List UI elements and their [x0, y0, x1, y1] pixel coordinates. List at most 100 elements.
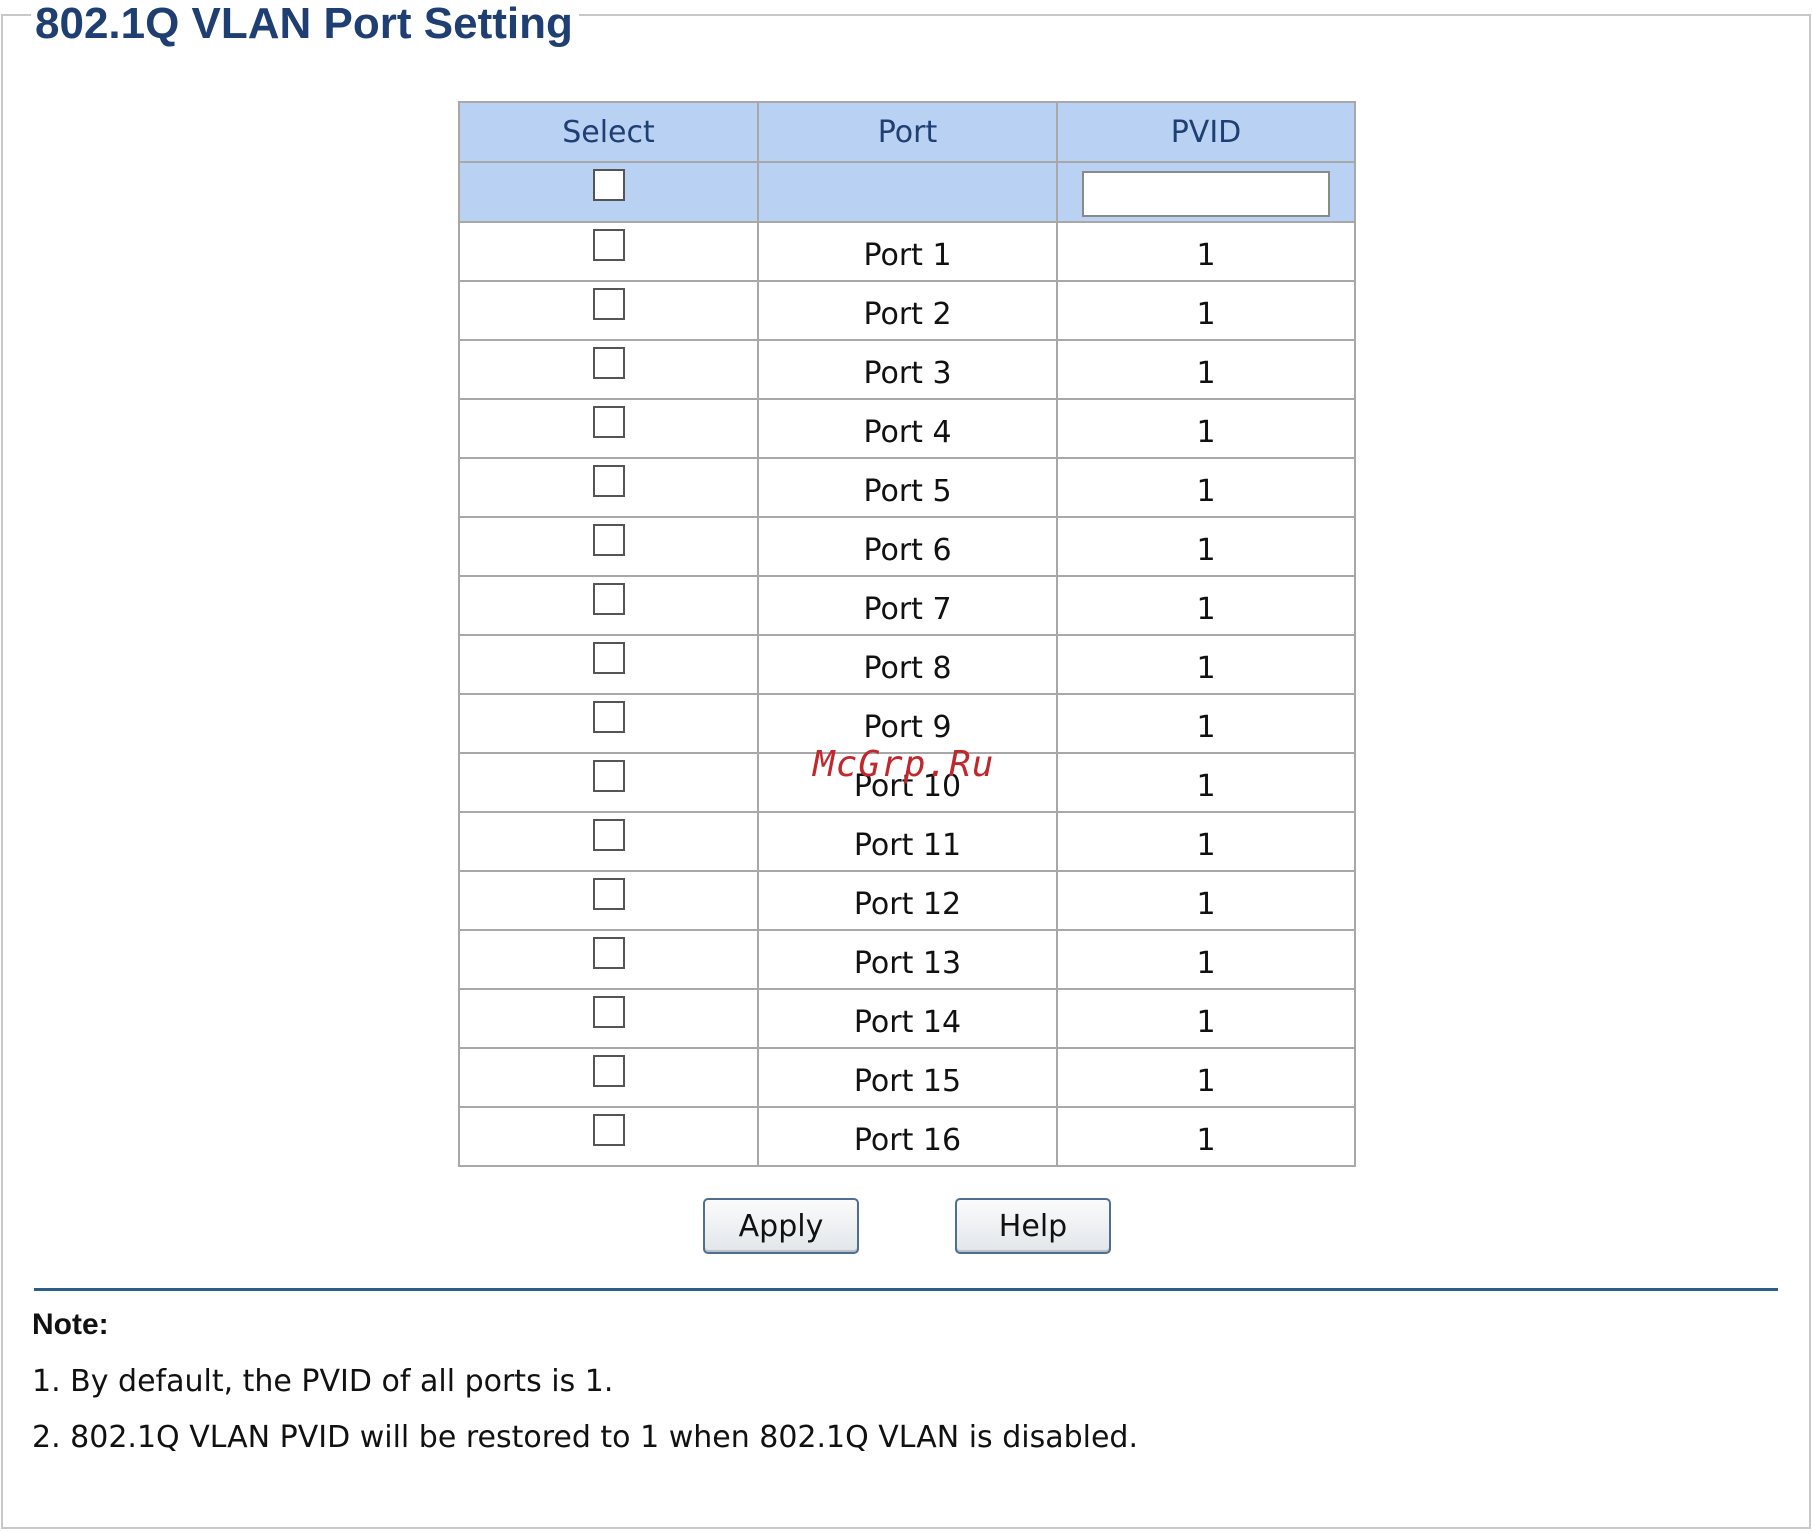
port-label: Port 5 [863, 474, 952, 509]
port-label: Port 9 [863, 710, 952, 745]
port-label: Port 16 [853, 1123, 962, 1158]
pvid-value: 1 [1196, 887, 1216, 922]
pvid-value: 1 [1196, 356, 1216, 391]
port-checkbox[interactable] [592, 642, 625, 674]
port-checkbox[interactable] [592, 996, 625, 1028]
help-button[interactable]: Help [955, 1198, 1111, 1254]
pvid-value: 1 [1196, 238, 1216, 273]
select-cell [458, 870, 759, 931]
port-cell: Port 9 [757, 693, 1058, 754]
table-row: Port 16 1 [458, 1106, 1356, 1167]
pvid-cell: 1 [1056, 1106, 1356, 1167]
pvid-cell: 1 [1056, 634, 1356, 695]
pvid-cell: 1 [1056, 752, 1356, 813]
port-label: Port 13 [853, 946, 962, 981]
port-checkbox[interactable] [592, 288, 625, 320]
select-cell [458, 811, 759, 872]
note-title: Note: [32, 1308, 109, 1341]
port-checkbox[interactable] [592, 819, 625, 851]
pvid-value: 1 [1196, 946, 1216, 981]
select-cell [458, 339, 759, 400]
pvid-cell: 1 [1056, 280, 1356, 341]
pvid-input[interactable] [1082, 171, 1330, 217]
pvid-value: 1 [1196, 297, 1216, 332]
pvid-cell: 1 [1056, 398, 1356, 459]
port-checkbox[interactable] [592, 701, 625, 733]
port-checkbox[interactable] [592, 406, 625, 438]
pvid-value: 1 [1196, 533, 1216, 568]
port-label: Port 3 [863, 356, 952, 391]
table-row: Port 7 1 [458, 575, 1356, 636]
port-label: Port 10 [853, 769, 962, 804]
port-label: Port 11 [853, 828, 962, 863]
pvid-cell: 1 [1056, 339, 1356, 400]
table-row: Port 13 1 [458, 929, 1356, 990]
port-checkbox[interactable] [592, 878, 625, 910]
select-cell [458, 575, 759, 636]
table-header-row: Select Port PVID [458, 101, 1356, 163]
pvid-cell: 1 [1056, 575, 1356, 636]
pvid-value: 1 [1196, 828, 1216, 863]
port-cell: Port 15 [757, 1047, 1058, 1108]
port-vlan-table: Select Port PVID Port 1 1 Port 2 1 Port 3 1 Po… [458, 101, 1356, 1167]
port-label: Port 2 [863, 297, 952, 332]
pvid-value: 1 [1196, 1064, 1216, 1099]
select-cell [458, 1106, 759, 1167]
port-checkbox[interactable] [592, 1055, 625, 1087]
pvid-cell: 1 [1056, 457, 1356, 518]
port-cell: Port 8 [757, 634, 1058, 695]
select-cell [458, 221, 759, 282]
divider [34, 1288, 1778, 1291]
header-pvid: PVID [1056, 101, 1356, 163]
table-row: Port 6 1 [458, 516, 1356, 577]
select-cell [458, 752, 759, 813]
select-cell [458, 693, 759, 754]
select-cell [458, 929, 759, 990]
select-all-checkbox[interactable] [592, 169, 625, 201]
port-cell: Port 4 [757, 398, 1058, 459]
table-row: Port 9 1 [458, 693, 1356, 754]
port-checkbox[interactable] [592, 937, 625, 969]
pvid-value: 1 [1196, 710, 1216, 745]
select-cell [458, 1047, 759, 1108]
port-label: Port 12 [853, 887, 962, 922]
port-checkbox[interactable] [592, 760, 625, 792]
table-row: Port 4 1 [458, 398, 1356, 459]
port-cell: Port 11 [757, 811, 1058, 872]
port-checkbox[interactable] [592, 1114, 625, 1146]
pvid-value: 1 [1196, 592, 1216, 627]
table-row: Port 2 1 [458, 280, 1356, 341]
pvid-value: 1 [1196, 769, 1216, 804]
table-row: Port 10 1 [458, 752, 1356, 813]
port-label: Port 15 [853, 1064, 962, 1099]
select-cell [458, 988, 759, 1049]
port-checkbox[interactable] [592, 347, 625, 379]
port-checkbox[interactable] [592, 524, 625, 556]
pvid-cell: 1 [1056, 988, 1356, 1049]
header-select: Select [458, 101, 759, 163]
table-row: Port 14 1 [458, 988, 1356, 1049]
note-line: 1. By default, the PVID of all ports is … [32, 1364, 614, 1399]
table-row: Port 3 1 [458, 339, 1356, 400]
port-cell: Port 12 [757, 870, 1058, 931]
port-checkbox[interactable] [592, 229, 625, 261]
page-title: 802.1Q VLAN Port Setting [31, 2, 579, 46]
port-checkbox[interactable] [592, 583, 625, 615]
select-cell [458, 280, 759, 341]
select-cell [458, 457, 759, 518]
port-cell: Port 7 [757, 575, 1058, 636]
port-cell: Port 10 [757, 752, 1058, 813]
pvid-value: 1 [1196, 474, 1216, 509]
port-cell: Port 2 [757, 280, 1058, 341]
select-all-row [458, 161, 1356, 223]
port-label: Port 4 [863, 415, 952, 450]
pvid-cell: 1 [1056, 811, 1356, 872]
port-label: Port 1 [863, 238, 952, 273]
apply-button[interactable]: Apply [703, 1198, 859, 1254]
pvid-value: 1 [1196, 415, 1216, 450]
pvid-cell: 1 [1056, 221, 1356, 282]
select-all-port-cell [757, 161, 1058, 223]
table-row: Port 5 1 [458, 457, 1356, 518]
port-checkbox[interactable] [592, 465, 625, 497]
table-row: Port 11 1 [458, 811, 1356, 872]
